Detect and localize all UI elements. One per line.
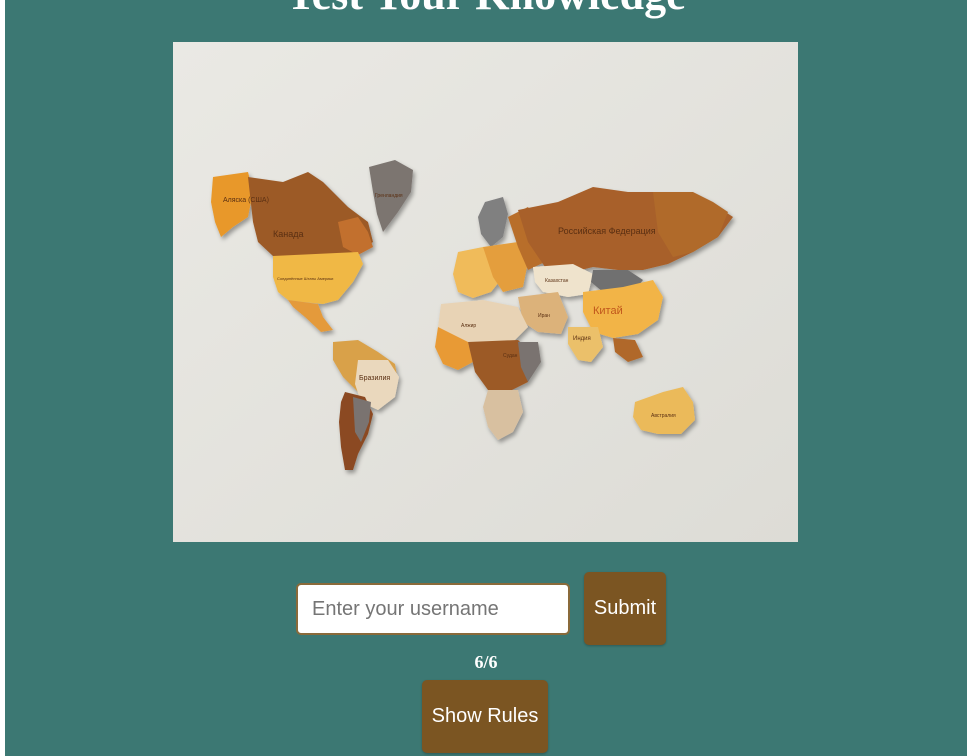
map-label-brazil: Бразилия <box>359 375 390 382</box>
map-label-china: Китай <box>593 305 623 317</box>
map-label-iran: Иран <box>538 313 550 319</box>
world-map-image: Аляска (США) Канада Гренландия Соединённ… <box>173 42 798 542</box>
map-label-russia: Российская Федерация <box>558 226 656 236</box>
map-label-algeria: Алжир <box>461 323 476 329</box>
map-label-alaska: Аляска (США) <box>223 197 269 204</box>
username-input[interactable] <box>296 583 570 635</box>
submit-button[interactable]: Submit <box>584 572 666 645</box>
show-rules-button[interactable]: Show Rules <box>422 680 548 753</box>
page-title: Test Your Knowledge <box>5 0 967 20</box>
map-label-canada: Канада <box>273 229 303 239</box>
map-label-greenland: Гренландия <box>375 193 403 199</box>
map-label-australia: Австралия <box>651 413 676 419</box>
question-progress: 6/6 <box>474 652 498 672</box>
map-label-kazakhstan: Казахстан <box>545 278 569 284</box>
map-label-india: Индия <box>573 336 591 342</box>
map-label-sudan: Судан <box>503 353 518 359</box>
map-label-usa: Соединённые Штаты Америки <box>277 276 333 281</box>
page-container: Test Your Knowledge <box>5 0 967 756</box>
